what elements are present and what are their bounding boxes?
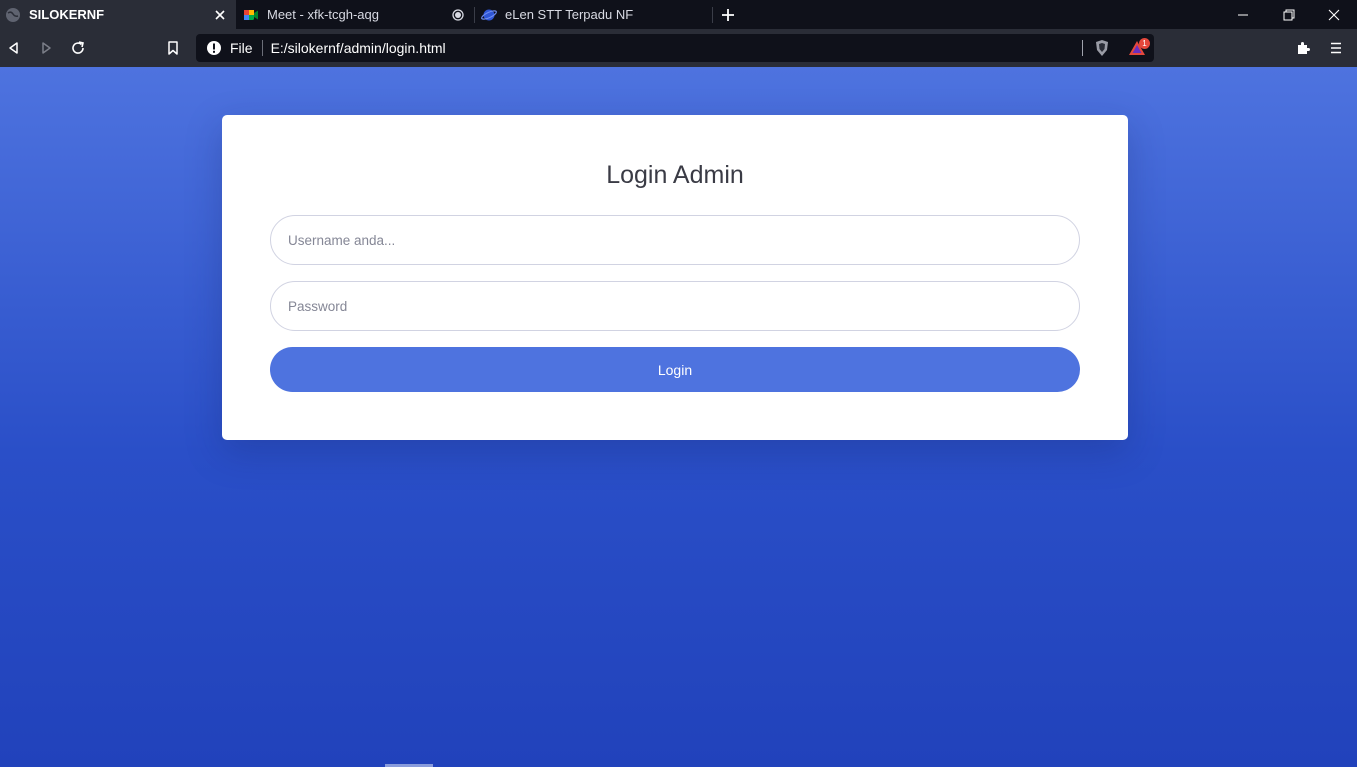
tab-meet[interactable]: Meet - xfk-tcgh-aqg <box>238 0 474 29</box>
page-background: Login Admin Username anda... Password Lo… <box>0 67 1357 767</box>
close-icon <box>1328 9 1340 20</box>
url-scheme-label: File <box>230 40 253 56</box>
rewards-badge: 1 <box>1139 38 1150 49</box>
extensions-button[interactable] <box>1292 36 1316 60</box>
tab-divider <box>712 7 713 23</box>
address-bar[interactable]: File E:/silokernf/admin/login.html 1 <box>196 34 1154 62</box>
brave-shields-icon[interactable] <box>1093 39 1111 57</box>
login-button[interactable]: Login <box>270 347 1080 392</box>
info-icon[interactable] <box>206 40 222 56</box>
close-window-button[interactable] <box>1311 0 1357 29</box>
restore-icon <box>1283 9 1295 20</box>
forward-button[interactable] <box>34 36 58 60</box>
username-placeholder: Username anda... <box>288 232 396 248</box>
forward-arrow-icon <box>42 42 51 54</box>
plus-icon <box>722 9 734 21</box>
restore-button[interactable] <box>1266 0 1312 29</box>
tab-title: eLen STT Terpadu NF <box>505 7 634 22</box>
planet-icon <box>481 9 497 20</box>
bookmark-button[interactable] <box>161 36 185 60</box>
minimize-button[interactable] <box>1220 0 1266 29</box>
tab-divider <box>474 7 475 23</box>
browser-title-bar: SILOKERNF Meet - xfk-tcgh-aqg eLen STT T… <box>0 0 1357 29</box>
reload-button[interactable] <box>66 36 90 60</box>
recording-indicator-icon <box>446 3 470 27</box>
browser-toolbar: File E:/silokernf/admin/login.html 1 <box>0 29 1357 67</box>
bookmark-icon <box>168 41 178 55</box>
username-input[interactable]: Username anda... <box>270 215 1080 265</box>
minimize-icon <box>1238 14 1248 15</box>
google-meet-icon <box>244 9 258 20</box>
password-placeholder: Password <box>288 298 348 314</box>
tab-silokernf[interactable]: SILOKERNF <box>0 0 236 29</box>
menu-button[interactable] <box>1324 36 1348 60</box>
login-card: Login Admin Username anda... Password Lo… <box>222 115 1128 440</box>
tab-title: Meet - xfk-tcgh-aqg <box>267 7 379 22</box>
login-heading: Login Admin <box>606 161 744 189</box>
puzzle-piece-icon <box>1298 42 1310 54</box>
globe-icon <box>6 7 20 22</box>
hamburger-menu-icon <box>1331 42 1341 54</box>
close-tab-icon[interactable] <box>208 3 232 27</box>
tab-title: SILOKERNF <box>29 7 105 22</box>
toolbar-divider <box>1082 40 1083 56</box>
url-text[interactable]: E:/silokernf/admin/login.html <box>271 40 1154 56</box>
new-tab-button[interactable] <box>716 3 740 27</box>
password-input[interactable]: Password <box>270 281 1080 331</box>
back-button[interactable] <box>2 36 26 60</box>
login-button-label: Login <box>657 361 693 378</box>
back-arrow-icon <box>9 42 18 54</box>
tab-elen[interactable]: eLen STT Terpadu NF <box>476 0 712 29</box>
url-divider <box>261 40 263 56</box>
reload-icon <box>72 41 84 54</box>
